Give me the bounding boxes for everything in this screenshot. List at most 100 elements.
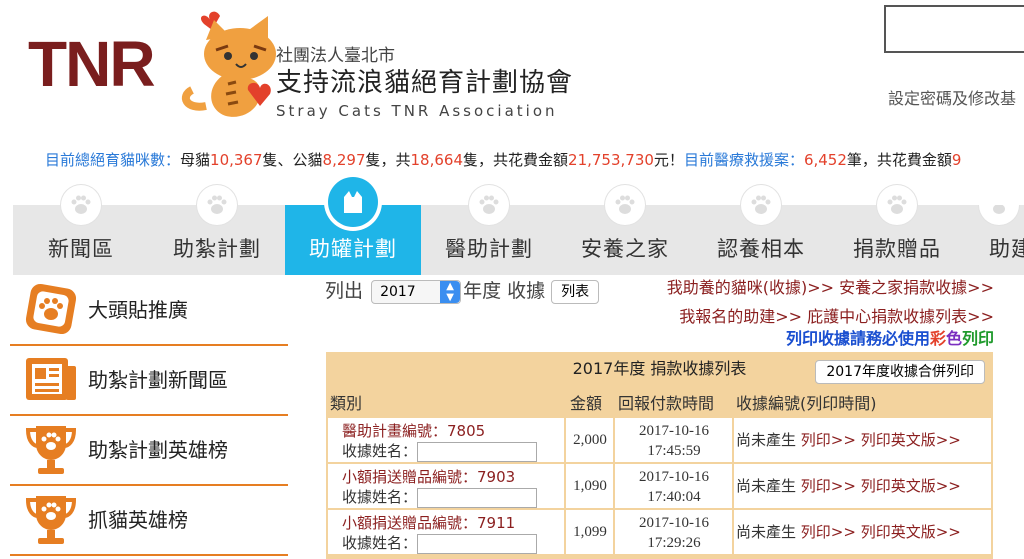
- receipt-status: 尚未產生: [736, 477, 797, 495]
- sidebar-item-neuter-heroes[interactable]: 助紮計劃英雄榜: [10, 414, 288, 486]
- login-input[interactable]: [884, 5, 1024, 53]
- print-english-link[interactable]: 列印英文版>>: [861, 431, 961, 449]
- paw-icon: [61, 185, 101, 225]
- adopted-receipts-link[interactable]: 我助養的貓咪(收據)>>: [667, 278, 834, 297]
- nav-label: 新聞區: [48, 237, 114, 261]
- org-type-label: 社團法人臺北市: [276, 46, 395, 66]
- stats-bar: 目前總絕育貓咪數：母貓10,367隻、公貓8,297隻，共18,664隻，共花費…: [45, 149, 961, 170]
- column-header: 類別: [330, 394, 363, 413]
- amount-cell: 1,099: [573, 524, 607, 540]
- org-name: 支持流浪貓絕育計劃協會: [276, 68, 574, 98]
- paw-icon: [877, 185, 917, 225]
- project-link[interactable]: 小額捐送贈品編號：7911: [342, 513, 572, 533]
- print-link[interactable]: 列印>>: [801, 477, 856, 495]
- column-divider: [613, 510, 615, 554]
- settings-link[interactable]: 設定密碼及修改基: [888, 85, 1016, 109]
- site-logo[interactable]: TNR 社團法人臺北市 支持流浪貓絕育計劃協會 Stray Cats TNR A…: [28, 10, 588, 125]
- nav-item-donation-gifts[interactable]: 捐款贈品: [829, 185, 965, 275]
- receipt-links-row-1: 我助養的貓咪(收據)>> 安養之家捐款收據>>: [667, 274, 994, 298]
- project-link[interactable]: 醫助計畫編號：7805: [342, 421, 572, 441]
- receipt-number-cell: 尚未產生 列印>> 列印英文版>>: [736, 418, 986, 462]
- paw-badge-icon: [25, 283, 77, 335]
- payment-time-cell: 2017-10-16 17:45:59: [616, 418, 732, 465]
- nav-label: 捐款贈品: [853, 237, 941, 261]
- payment-time: 17:29:26: [647, 535, 701, 551]
- sidebar-item-neuter-news[interactable]: 助紮計劃新聞區: [10, 344, 288, 416]
- trophy-icon: [25, 426, 77, 474]
- stats-text: 元！: [653, 151, 684, 169]
- year-select[interactable]: 2017 ▲ ▼: [371, 279, 462, 304]
- amount-cell: 2,000: [573, 432, 607, 448]
- column-header: 金額: [570, 394, 603, 413]
- paw-icon: [741, 185, 781, 225]
- shelter-receipts-link[interactable]: 安養之家捐款收據>>: [839, 278, 994, 297]
- paw-icon: [469, 185, 509, 225]
- category-cell: 小額捐送贈品編號：7911 收據姓名：: [328, 510, 572, 554]
- print-color-note: 列印收據請務必使用彩色列印: [786, 325, 994, 349]
- paw-icon: [979, 205, 1019, 225]
- recipient-label: 收據姓名：: [342, 488, 418, 506]
- recipient-name-input[interactable]: [417, 533, 538, 554]
- table-row: 醫助計畫編號：7805 收據姓名： 2,000 2017-10-16 17:45:…: [328, 418, 991, 462]
- receipt-links-row-2: 我報名的助建>> 庇護中心捐款收據列表>>: [679, 303, 994, 327]
- receipt-status: 尚未產生: [736, 431, 797, 449]
- print-link[interactable]: 列印>>: [801, 431, 856, 449]
- nav-label: 安養之家: [581, 237, 669, 261]
- nav-item-adoption-album[interactable]: 認養相本: [693, 185, 829, 275]
- nav-item-can-plan[interactable]: 助罐計劃: [285, 177, 421, 275]
- payment-date: 2017-10-16: [639, 423, 709, 439]
- nav-item-news[interactable]: 新聞區: [13, 185, 149, 275]
- list-button[interactable]: 列表: [551, 279, 600, 304]
- nav-item-neuter-plan[interactable]: 助紮計劃: [149, 185, 285, 275]
- print-english-link[interactable]: 列印英文版>>: [861, 477, 961, 495]
- category-cell: 醫助計畫編號：7805 收據姓名：: [328, 418, 572, 462]
- nav-label: 助建: [989, 237, 1024, 261]
- recipient-name-row: 收據姓名：: [342, 533, 572, 554]
- project-link[interactable]: 小額捐送贈品編號：7903: [342, 467, 572, 487]
- select-arrows-icon: ▲ ▼: [440, 280, 461, 303]
- sidebar-item-catcher-heroes[interactable]: 抓貓英雄榜: [10, 484, 288, 556]
- recipient-name-row: 收據姓名：: [342, 441, 572, 462]
- receipt-number-cell: 尚未產生 列印>> 列印英文版>>: [736, 464, 986, 508]
- sidebar-item-avatar-promo[interactable]: 大頭貼推廣: [10, 274, 288, 346]
- payment-date: 2017-10-16: [639, 469, 709, 485]
- stats-text: 母貓: [180, 151, 211, 169]
- print-note-text: 列印收據請務必使用: [785, 329, 930, 348]
- main-nav: 新聞區 助紮計劃 助罐計劃 醫助計劃 安養之家 認養相本 捐款贈品 助建: [13, 177, 1024, 275]
- medical-label: 目前醫療救援案：: [683, 151, 804, 169]
- stats-text: 隻，共: [365, 151, 411, 169]
- nav-item-medical-plan[interactable]: 醫助計劃: [421, 185, 557, 275]
- stats-text: 筆，共花費金額: [846, 151, 952, 169]
- column-divider: [564, 464, 566, 508]
- year-suffix-label: 年度 收據: [463, 280, 546, 302]
- sidebar-label: 抓貓英雄榜: [88, 508, 188, 532]
- print-english-link[interactable]: 列印英文版>>: [861, 523, 961, 541]
- recipient-name-input[interactable]: [417, 487, 538, 508]
- receipt-status: 尚未產生: [736, 523, 797, 541]
- year-filter-row: 列出 2017 ▲ ▼ 年度 收據 列表: [325, 276, 600, 304]
- nav-label: 助罐計劃: [309, 237, 397, 261]
- nav-label: 助紮計劃: [173, 237, 261, 261]
- year-select-value: 2017: [380, 283, 416, 300]
- payment-date: 2017-10-16: [639, 515, 709, 531]
- print-link[interactable]: 列印>>: [801, 523, 856, 541]
- medical-count: 6,452: [803, 151, 847, 169]
- nav-item-shelter[interactable]: 安養之家: [557, 185, 693, 275]
- registered-projects-link[interactable]: 我報名的助建>>: [679, 307, 802, 326]
- trophy-icon: [25, 496, 77, 544]
- center-receipts-link[interactable]: 庇護中心捐款收據列表>>: [807, 307, 994, 326]
- sidebar-label: 助紮計劃新聞區: [88, 368, 228, 392]
- total-count: 18,664: [410, 151, 464, 169]
- merge-print-button[interactable]: 2017年度收據合併列印: [815, 360, 985, 384]
- column-header: 收據編號(列印時間): [736, 394, 877, 413]
- recipient-label: 收據姓名：: [342, 442, 418, 460]
- recipient-name-input[interactable]: [417, 441, 538, 462]
- sidebar-label: 大頭貼推廣: [88, 298, 188, 322]
- nav-label: 醫助計劃: [445, 237, 533, 261]
- stats-label: 目前總絕育貓咪數：: [45, 151, 181, 169]
- payment-time: 17:40:04: [647, 489, 701, 505]
- nav-item-build-support[interactable]: 助建: [965, 205, 1024, 275]
- column-divider: [613, 418, 615, 462]
- list-prefix-label: 列出: [325, 280, 364, 302]
- column-divider: [613, 464, 615, 508]
